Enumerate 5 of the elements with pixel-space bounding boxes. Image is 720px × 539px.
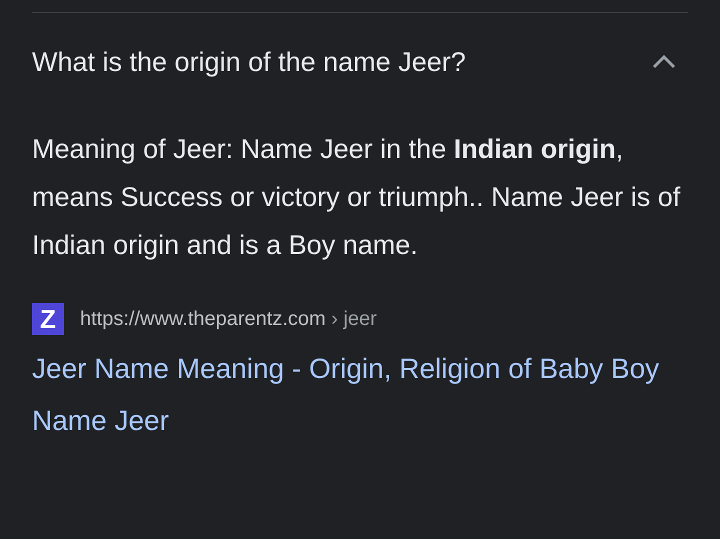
site-favicon: Z — [32, 303, 64, 335]
answer-text: Meaning of Jeer: Name Jeer in the Indian origin, means Success or victory or triumph.. Name Jeer is of Indian origin and is a Boy name. — [32, 133, 682, 262]
question-text: What is the origin of the name Jeer? — [32, 46, 466, 78]
result-title-link[interactable]: Jeer Name Meaning - Origin, Religion of Baby Boy Name Jeer — [32, 343, 688, 447]
source-url[interactable]: https://www.theparentz.com › jeer — [80, 308, 377, 330]
